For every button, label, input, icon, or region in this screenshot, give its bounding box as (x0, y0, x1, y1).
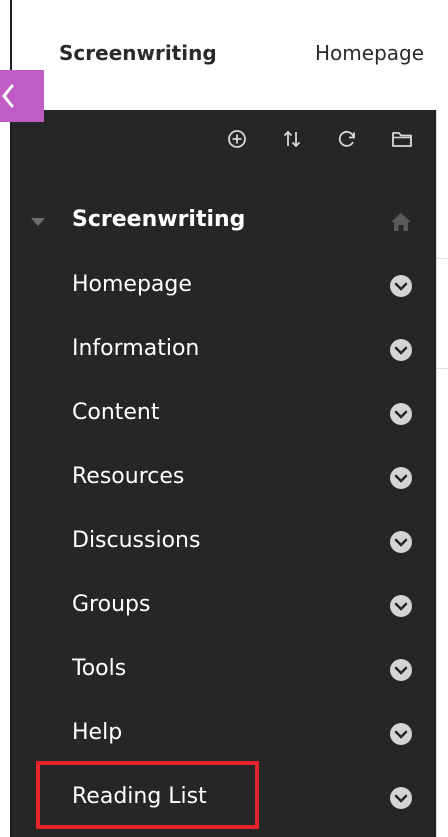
folder-icon[interactable] (389, 126, 415, 152)
menu-item-label: Groups (72, 592, 151, 617)
highlight-annotation (36, 761, 259, 829)
menu-item-label: Resources (72, 464, 185, 489)
course-title[interactable]: Screenwriting (72, 207, 245, 232)
chevron-down-icon[interactable] (389, 338, 413, 362)
menu-item-label: Tools (72, 656, 127, 681)
chevron-down-icon[interactable] (389, 402, 413, 426)
chevron-down-icon[interactable] (389, 786, 413, 810)
menu-item-label: Information (72, 336, 200, 361)
chevron-down-icon[interactable] (389, 658, 413, 682)
breadcrumb: Screenwriting Homepage (12, 0, 448, 113)
chevron-down-icon[interactable] (389, 722, 413, 746)
collapse-menu-button[interactable] (0, 70, 44, 122)
home-icon[interactable] (389, 210, 413, 234)
add-icon[interactable] (224, 126, 250, 152)
content-edge (436, 110, 448, 837)
menu-item-resources[interactable]: Resources (12, 446, 436, 510)
left-edge (0, 0, 12, 837)
menu-item-help[interactable]: Help (12, 702, 436, 766)
menu-item-groups[interactable]: Groups (12, 574, 436, 638)
refresh-icon[interactable] (334, 126, 360, 152)
breadcrumb-course[interactable]: Screenwriting (59, 41, 217, 65)
reorder-icon[interactable] (279, 126, 305, 152)
menu-item-label: Homepage (72, 272, 192, 297)
chevron-down-icon[interactable] (389, 274, 413, 298)
menu-item-label: Help (72, 720, 123, 745)
menu-item-content[interactable]: Content (12, 382, 436, 446)
menu-item-label: Content (72, 400, 160, 425)
chevron-down-icon[interactable] (389, 466, 413, 490)
menu-item-information[interactable]: Information (12, 318, 436, 382)
chevron-down-icon[interactable] (389, 594, 413, 618)
chevron-left-icon (2, 84, 14, 108)
menu-item-homepage[interactable]: Homepage (12, 254, 436, 318)
chevron-down-icon[interactable] (389, 530, 413, 554)
collapse-caret-icon[interactable] (31, 218, 45, 226)
menu-item-discussions[interactable]: Discussions (12, 510, 436, 574)
breadcrumb-page[interactable]: Homepage (315, 41, 424, 65)
menu-item-label: Discussions (72, 528, 201, 553)
menu-item-tools[interactable]: Tools (12, 638, 436, 702)
